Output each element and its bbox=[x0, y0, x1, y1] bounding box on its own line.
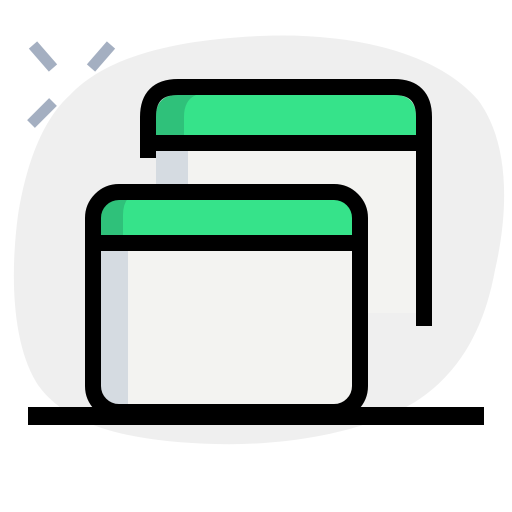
front-window bbox=[85, 184, 368, 420]
multiple-windows-icon bbox=[13, 35, 505, 445]
illustration-canvas bbox=[0, 0, 512, 512]
